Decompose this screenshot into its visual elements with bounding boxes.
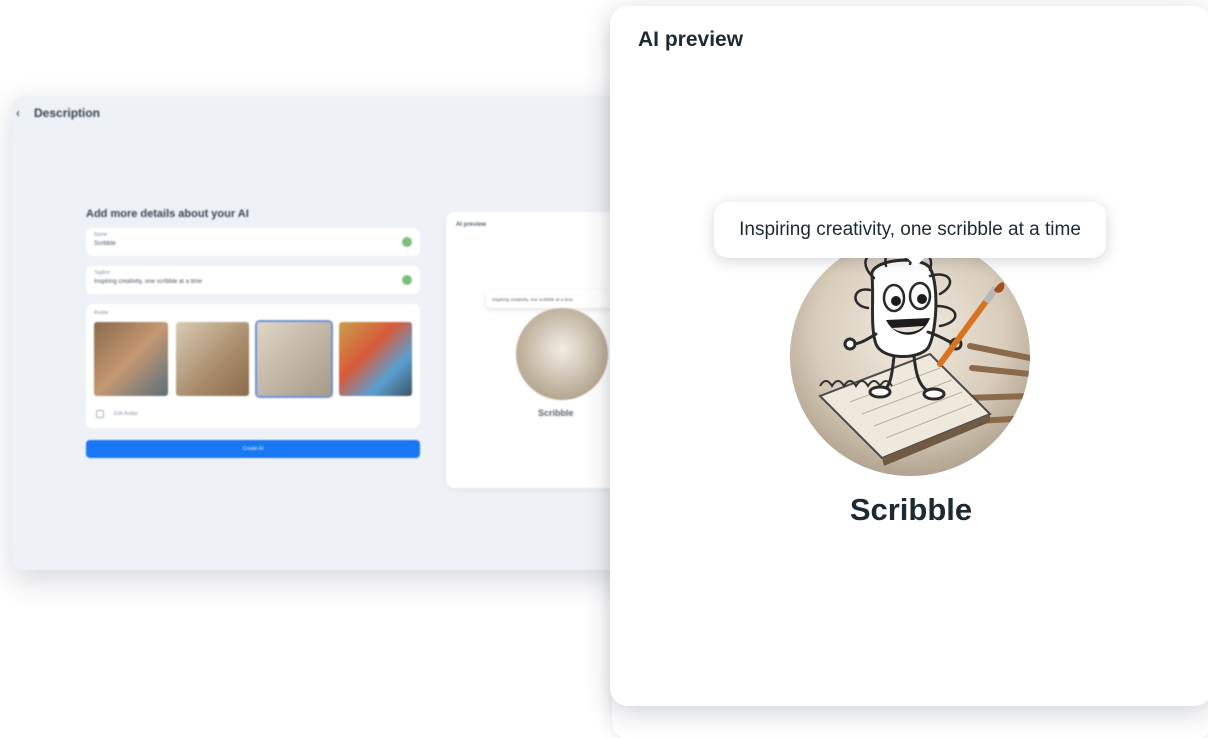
- background-preview-tooltip: Inspiring creativity, one scribble at a …: [486, 290, 626, 308]
- tagline-tooltip-text: Inspiring creativity, one scribble at a …: [739, 219, 1081, 240]
- background-preview-avatar: [516, 308, 608, 400]
- check-circle-icon: [402, 237, 412, 247]
- avatar-picker: Avatar Edit Avatar: [86, 304, 420, 428]
- check-circle-icon: [402, 275, 412, 285]
- stage: ‹ Description Add more details about you…: [0, 0, 1208, 738]
- background-window: ‹ Description Add more details about you…: [12, 96, 652, 570]
- chevron-left-icon[interactable]: ‹: [16, 107, 26, 119]
- name-field-label: Name: [94, 232, 108, 238]
- name-field[interactable]: Name Scribble: [86, 228, 420, 256]
- card-title: AI preview: [638, 28, 744, 51]
- avatar-option-2[interactable]: [175, 322, 249, 396]
- edit-icon: [96, 410, 104, 418]
- background-preview-title: AI preview: [456, 222, 487, 228]
- avatar-option-4[interactable]: [338, 322, 412, 396]
- background-header: ‹ Description: [12, 96, 652, 130]
- avatar-option-1[interactable]: [94, 322, 168, 396]
- edit-avatar-link[interactable]: Edit Avatar: [96, 410, 138, 418]
- tagline-tooltip: Inspiring creativity, one scribble at a …: [714, 202, 1106, 258]
- avatar-picker-label: Avatar: [94, 310, 109, 316]
- details-form: Add more details about your AI Name Scri…: [86, 208, 420, 458]
- name-field-value: Scribble: [94, 241, 116, 247]
- ai-avatar-image: [790, 236, 1030, 476]
- avatar-options: [94, 320, 412, 398]
- form-title: Add more details about your AI: [86, 208, 249, 220]
- background-header-title: Description: [34, 106, 101, 120]
- ai-preview-card: AI preview Inspiring creativity, one scr…: [610, 6, 1208, 706]
- create-ai-button[interactable]: Create AI: [86, 440, 420, 458]
- ai-name: Scribble: [849, 492, 973, 527]
- avatar-option-3-selected[interactable]: [255, 320, 333, 398]
- tagline-field-label: Tagline: [94, 270, 110, 276]
- background-preview-name: Scribble: [538, 408, 574, 418]
- edit-avatar-label: Edit Avatar: [114, 411, 139, 417]
- tagline-field-value: Inspiring creativity, one scribble at a …: [94, 279, 202, 285]
- tagline-field[interactable]: Tagline Inspiring creativity, one scribb…: [86, 266, 420, 294]
